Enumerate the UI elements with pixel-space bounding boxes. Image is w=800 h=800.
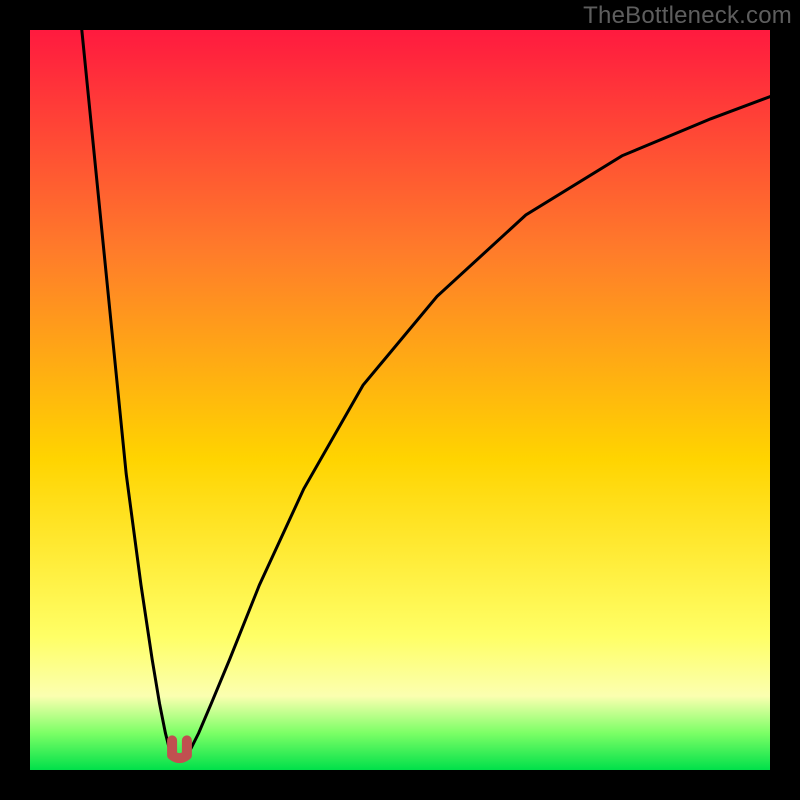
minimum-marker — [172, 740, 187, 758]
curve-left-branch — [82, 30, 172, 755]
watermark-text: TheBottleneck.com — [583, 2, 792, 30]
chart-frame: TheBottleneck.com — [0, 0, 800, 800]
plot-area — [30, 30, 770, 770]
curve-layer — [30, 30, 770, 770]
curve-right-branch — [187, 97, 770, 756]
